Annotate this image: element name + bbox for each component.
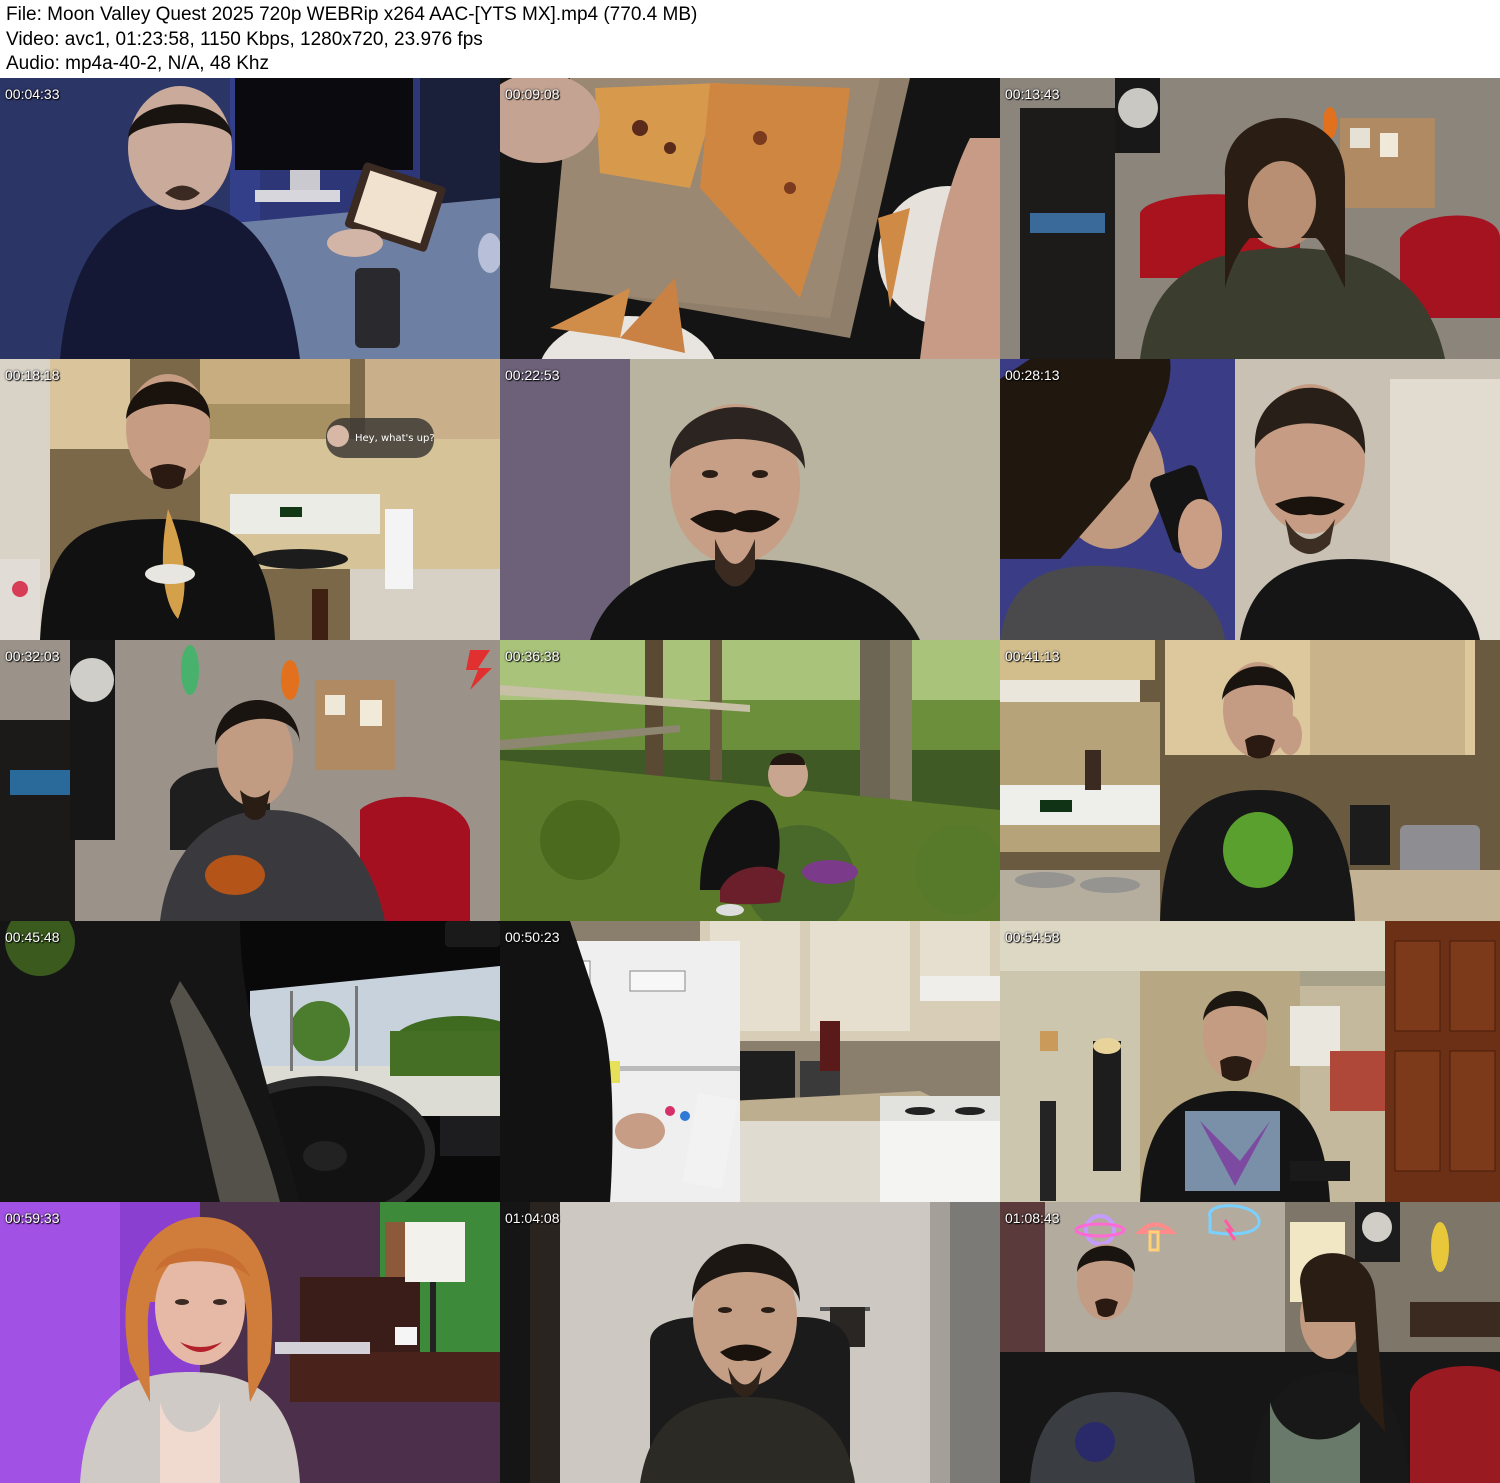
audio-line: Audio: mp4a-40-2, N/A, 48 Khz (6, 53, 269, 74)
scene-image (0, 1202, 500, 1483)
scene-image (1000, 921, 1500, 1202)
thumbnail-frame[interactable]: 01:08:43 (1000, 1202, 1500, 1483)
timestamp: 00:50:23 (505, 929, 560, 945)
timestamp: 00:36:38 (505, 648, 560, 664)
thumbnail-frame[interactable]: 00:59:33 (0, 1202, 500, 1483)
thumbnail-frame[interactable]: 01:04:08 (500, 1202, 1000, 1483)
thumbnail-frame[interactable]: 00:45:48 (0, 921, 500, 1202)
scene-image (0, 921, 500, 1202)
thumbnail-frame[interactable]: 00:50:23 (500, 921, 1000, 1202)
scene-image (500, 921, 1000, 1202)
thumbnail-frame[interactable]: 00:09:08 (500, 78, 1000, 359)
thumbnail-frame[interactable]: 00:41:13 (1000, 640, 1500, 921)
timestamp: 00:54:58 (1005, 929, 1060, 945)
thumbnail-frame[interactable]: Hey, what's up? 00:18:18 (0, 359, 500, 640)
thumbnail-frame[interactable]: 00:32:03 (0, 640, 500, 921)
scene-image: Hey, what's up? (0, 359, 500, 640)
timestamp: 00:22:53 (505, 367, 560, 383)
timestamp: 00:04:33 (5, 86, 60, 102)
scene-image (1000, 78, 1500, 359)
file-info-header: File: Moon Valley Quest 2025 720p WEBRip… (0, 0, 1500, 78)
thumbnail-grid: 00:04:33 00:09:08 00:13:43 Hey, what's u… (0, 78, 1500, 1483)
thumbnail-frame[interactable]: 00:04:33 (0, 78, 500, 359)
timestamp: 00:45:48 (5, 929, 60, 945)
scene-image (0, 78, 500, 359)
scene-image (500, 359, 1000, 640)
thumbnail-frame[interactable]: 00:13:43 (1000, 78, 1500, 359)
scene-image (1000, 1202, 1500, 1483)
timestamp: 00:41:13 (1005, 648, 1060, 664)
chat-bubble-text: Hey, what's up? (355, 433, 435, 444)
file-line: File: Moon Valley Quest 2025 720p WEBRip… (6, 4, 698, 25)
timestamp: 00:32:03 (5, 648, 60, 664)
timestamp: 01:04:08 (505, 1210, 560, 1226)
scene-image (500, 78, 1000, 359)
thumbnail-frame[interactable]: 00:28:13 (1000, 359, 1500, 640)
thumbnail-frame[interactable]: 00:22:53 (500, 359, 1000, 640)
scene-image (0, 640, 500, 921)
thumbnail-frame[interactable]: 00:36:38 (500, 640, 1000, 921)
timestamp: 00:13:43 (1005, 86, 1060, 102)
timestamp: 00:18:18 (5, 367, 60, 383)
timestamp: 00:59:33 (5, 1210, 60, 1226)
scene-image (1000, 359, 1500, 640)
scene-image (500, 1202, 1000, 1483)
scene-image (1000, 640, 1500, 921)
timestamp: 01:08:43 (1005, 1210, 1060, 1226)
thumbnail-frame[interactable]: 00:54:58 (1000, 921, 1500, 1202)
video-line: Video: avc1, 01:23:58, 1150 Kbps, 1280x7… (6, 28, 483, 50)
timestamp: 00:09:08 (505, 86, 560, 102)
scene-image (500, 640, 1000, 921)
timestamp: 00:28:13 (1005, 367, 1060, 383)
